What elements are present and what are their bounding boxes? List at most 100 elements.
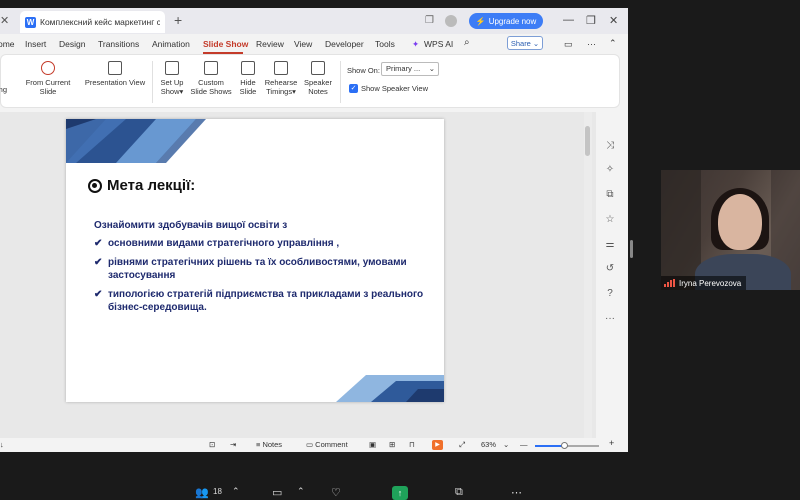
target-icon <box>88 178 102 193</box>
avatar[interactable] <box>445 15 457 27</box>
bullet-text: рівнями стратегічних рішень та їх особли… <box>108 257 407 281</box>
scroll-thumb[interactable] <box>585 126 590 156</box>
ribbon-label: From Current Slide <box>25 78 71 96</box>
normal-view-icon[interactable]: ▣ <box>369 440 376 449</box>
show-speaker-view-label: Show Speaker View <box>361 84 428 93</box>
shapes-icon[interactable]: ✧ <box>604 164 616 176</box>
presentation-view-button[interactable]: Presentation View <box>84 61 146 87</box>
chevron-up-icon[interactable]: ⌃ <box>232 486 240 497</box>
panel-resize-handle[interactable] <box>630 240 633 258</box>
more-icon[interactable]: ··· <box>587 39 596 49</box>
from-current-slide-button[interactable]: From Current Slide <box>17 61 79 96</box>
search-icon[interactable]: ⌕ <box>464 37 470 48</box>
document-tab-title: Комплексний кейс маркетинг стра <box>40 17 160 27</box>
menu-review[interactable]: Review <box>256 39 284 49</box>
close-window-icon[interactable]: ✕ <box>609 14 618 27</box>
lightning-icon: ⚡ <box>475 16 486 26</box>
chevron-up-icon[interactable]: ⌃ <box>297 486 305 497</box>
menu-design[interactable]: Design <box>59 39 85 49</box>
custom-slide-shows-icon <box>204 61 218 75</box>
menu-view[interactable]: View <box>294 39 312 49</box>
zoom-value[interactable]: 63% <box>481 440 496 449</box>
wps-ai-sparkle-icon: ✦ <box>412 39 420 49</box>
collapse-ribbon-icon[interactable]: ⌃ <box>609 38 617 49</box>
show-on-select[interactable]: Primary ... ⌄ <box>381 62 439 76</box>
ribbon-divider <box>152 61 153 103</box>
hide-slide-button[interactable]: Hide Slide <box>235 61 261 96</box>
chat-icon[interactable]: ▭ <box>272 486 282 499</box>
menu-transitions[interactable]: Transitions <box>98 39 139 49</box>
settings-sliders-icon[interactable]: ⚌ <box>604 239 616 251</box>
apps-icon[interactable]: ⧉ <box>455 486 463 499</box>
zoom-slider[interactable] <box>535 442 599 449</box>
zoom-out-icon[interactable]: — <box>520 440 528 449</box>
menu-insert[interactable]: Insert <box>25 39 46 49</box>
fullscreen-icon[interactable]: ⤢ <box>459 440 465 450</box>
ribbon-label: Set Up <box>160 78 184 87</box>
window-restore-icon[interactable]: ❐ <box>425 15 434 26</box>
participants-count: 18 <box>213 487 222 496</box>
share-screen-icon[interactable]: ↑ <box>392 486 408 500</box>
history-icon[interactable]: ↺ <box>604 263 616 275</box>
chevron-down-icon: ⌄ <box>428 64 435 73</box>
help-icon[interactable]: ? <box>604 288 616 300</box>
current-slide[interactable]: Мета лекції: Ознайомити здобувачів вищої… <box>66 119 444 402</box>
chevron-down-icon[interactable]: ⌄ <box>503 440 509 449</box>
slide-editing-area[interactable]: Мета лекції: Ознайомити здобувачів вищої… <box>0 112 596 438</box>
chevron-down-icon: ⌄ <box>532 38 540 48</box>
comment-icon[interactable]: ▭ <box>564 39 573 50</box>
side-toolbar: ⤨ ✧ ⧉ ☆ ⚌ ↺ ? ··· <box>596 108 628 438</box>
reactions-icon[interactable]: ♡ <box>331 486 341 499</box>
bullet-item: ✔ рівнями стратегічних рішень та їх особ… <box>94 256 424 282</box>
upgrade-button[interactable]: ⚡ Upgrade now <box>469 13 543 29</box>
from-beginning-button[interactable]: ing <box>0 85 7 94</box>
bullet-item: ✔ основними видами стратегічного управлі… <box>94 237 424 250</box>
document-tab[interactable]: W Комплексний кейс маркетинг стра <box>20 11 165 33</box>
pointer-icon[interactable]: ⤨ <box>604 140 616 152</box>
play-circle-icon <box>41 61 55 75</box>
ribbon-label: Slide <box>239 87 257 96</box>
menu-developer[interactable]: Developer <box>325 39 364 49</box>
ribbon: ing From Current Slide Presentation View… <box>0 54 620 108</box>
set-up-show-button[interactable]: Set Up Show▾ <box>157 61 187 96</box>
notes-label: Notes <box>262 440 283 449</box>
slide-intro-text: Ознайомити здобувачів вищої освіти з <box>94 220 288 231</box>
status-bar: ↓ ⊡ ⇥ ≡ Notes ▭ Comment ▣ ⊞ ⊓ ▶ ⤢ 63% ⌄ … <box>0 438 628 452</box>
checkmark-icon: ✔ <box>94 289 103 300</box>
zoom-in-icon[interactable]: + <box>609 438 614 448</box>
ribbon-label: Custom <box>198 78 224 87</box>
title-bar: ✕ W Комплексний кейс маркетинг стра + ❐ … <box>0 8 628 34</box>
star-icon[interactable]: ☆ <box>604 214 616 226</box>
more-icon[interactable]: ··· <box>604 313 616 325</box>
participants-icon[interactable]: 👥 <box>195 486 209 499</box>
more-icon[interactable]: ⋯ <box>511 486 522 499</box>
new-tab-icon[interactable]: + <box>174 12 182 28</box>
speaker-notes-button[interactable]: Speaker Notes <box>302 61 334 96</box>
outline-icon[interactable]: ⇥ <box>230 440 236 449</box>
menu-animation[interactable]: Animation <box>152 39 190 49</box>
close-tab-icon[interactable]: ✕ <box>0 14 9 27</box>
rehearse-timings-button[interactable]: Rehearse Timings▾ <box>264 61 298 96</box>
maximize-icon[interactable]: ❐ <box>586 14 596 27</box>
ribbon-label: Speaker <box>304 78 332 87</box>
minimize-icon[interactable]: — <box>563 14 574 26</box>
zoom-slider-handle[interactable] <box>560 442 568 449</box>
notes-button[interactable]: ≡ Notes <box>256 440 282 449</box>
slide-sorter-icon[interactable]: ⊞ <box>389 440 395 449</box>
share-label: Share <box>510 38 531 48</box>
menu-home[interactable]: ome <box>0 39 15 49</box>
vertical-scrollbar[interactable] <box>584 112 592 438</box>
comment-button[interactable]: ▭ Comment <box>306 440 348 449</box>
reading-view-icon[interactable]: ⊓ <box>409 440 415 449</box>
play-slideshow-button[interactable]: ▶ <box>432 440 443 450</box>
menu-slide-show[interactable]: Slide Show <box>203 39 248 49</box>
hide-slide-icon <box>241 61 255 75</box>
share-button[interactable]: Share ⌄ <box>507 36 543 50</box>
copy-icon[interactable]: ⧉ <box>604 189 616 201</box>
show-speaker-view-checkbox[interactable]: ✓ <box>349 84 358 93</box>
menu-wps-ai[interactable]: WPS AI <box>424 39 453 49</box>
custom-slide-shows-button[interactable]: Custom Slide Shows <box>190 61 232 96</box>
fit-icon[interactable]: ⊡ <box>209 440 215 449</box>
menu-tools[interactable]: Tools <box>375 39 395 49</box>
participant-video-tile[interactable]: Iryna Perevozova <box>661 170 800 290</box>
